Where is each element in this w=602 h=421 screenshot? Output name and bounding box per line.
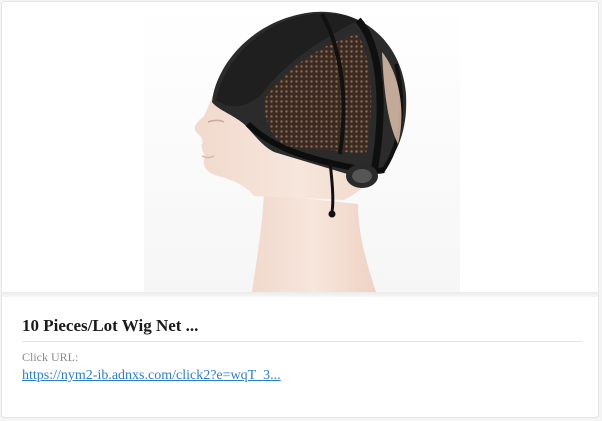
product-image[interactable] [144, 4, 460, 292]
click-url-label: Click URL: [22, 350, 79, 364]
ad-preview-card: 10 Pieces/Lot Wig Net ... Click URL: htt… [1, 1, 599, 418]
title-divider [22, 341, 582, 342]
ad-title[interactable]: 10 Pieces/Lot Wig Net ... [22, 316, 198, 336]
click-url-link[interactable]: https://nym2-ib.adnxs.com/click2?e=wqT_3… [22, 368, 281, 384]
image-divider [2, 292, 598, 297]
ad-image-area[interactable] [2, 2, 598, 292]
